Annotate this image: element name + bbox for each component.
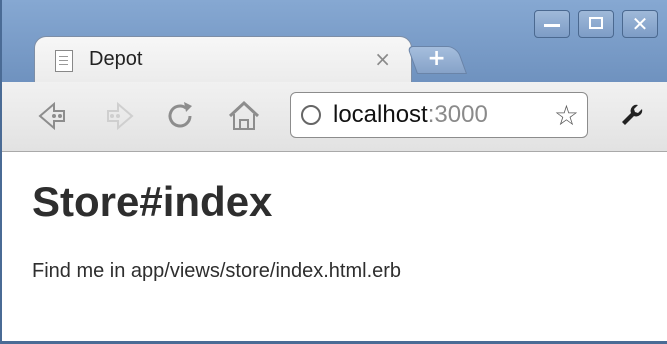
close-icon: ✕ — [631, 12, 649, 36]
close-window-button[interactable]: ✕ — [622, 10, 658, 38]
url-text: localhost:3000 — [333, 101, 488, 129]
page-icon — [55, 50, 73, 72]
plus-icon: + — [427, 46, 446, 71]
home-icon — [228, 100, 260, 130]
page-content: Store#index Find me in app/views/store/i… — [2, 152, 667, 344]
star-icon[interactable]: ☆ — [554, 99, 579, 132]
address-bar[interactable]: localhost:3000 ☆ — [290, 92, 588, 138]
back-button[interactable] — [32, 96, 72, 136]
tab-close-button[interactable]: × — [374, 47, 391, 71]
back-arrow-icon — [38, 101, 65, 131]
maximize-icon — [589, 17, 603, 29]
new-tab-button[interactable]: + — [406, 46, 468, 74]
minimize-button[interactable] — [534, 10, 570, 38]
maximize-button[interactable] — [578, 10, 614, 38]
reload-button[interactable] — [160, 96, 200, 136]
toolbar: localhost:3000 ☆ — [2, 82, 667, 152]
minimize-icon — [544, 24, 560, 27]
tab-title: Depot — [89, 48, 143, 70]
tab-depot[interactable]: Depot × — [34, 36, 412, 82]
globe-icon — [301, 105, 321, 125]
browser-window: Depot × + ✕ localhost:3000 ☆ Store#index… — [0, 0, 667, 344]
forward-button[interactable] — [100, 96, 140, 136]
reload-icon — [168, 102, 192, 128]
forward-arrow-icon — [107, 101, 134, 131]
page-heading: Store#index — [32, 178, 273, 225]
url-port: :3000 — [427, 101, 488, 128]
url-host: localhost — [333, 101, 428, 128]
wrench-icon — [622, 104, 643, 125]
home-button[interactable] — [224, 96, 264, 136]
wrench-menu-button[interactable] — [614, 100, 644, 137]
page-text: Find me in app/views/store/index.html.er… — [32, 260, 402, 282]
tab-strip: Depot × + ✕ — [2, 0, 667, 82]
